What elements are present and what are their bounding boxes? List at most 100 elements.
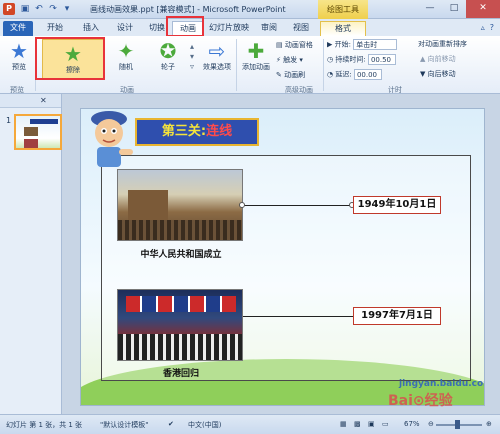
minimize-button[interactable]: — bbox=[418, 0, 442, 18]
add-animation-button[interactable]: ✚ 添加动画 bbox=[238, 40, 274, 72]
slide-count-status: 幻灯片 第 1 张，共 1 张 bbox=[6, 421, 83, 429]
date-box-1997[interactable]: 1997年7月1日 bbox=[353, 307, 441, 325]
hong-kong-handover-photo[interactable] bbox=[117, 289, 243, 361]
collapse-ribbon-icon[interactable]: ▵ bbox=[481, 23, 485, 32]
tab-view[interactable]: 视图 bbox=[286, 21, 316, 36]
founding-ceremony-photo[interactable] bbox=[117, 169, 243, 241]
help-icon[interactable]: ? bbox=[490, 23, 494, 32]
group-separator bbox=[323, 39, 324, 91]
tab-insert[interactable]: 插入 bbox=[76, 21, 106, 36]
slide-title-highlight: 连线 bbox=[206, 124, 233, 139]
undo-icon[interactable]: ↶ bbox=[34, 4, 44, 14]
animation-random[interactable]: ✦ 随机 bbox=[106, 40, 146, 72]
view-sorter-icon[interactable]: ▩ bbox=[354, 420, 361, 428]
tab-home[interactable]: 开始 bbox=[40, 21, 70, 36]
zoom-out-icon[interactable]: ⊖ bbox=[428, 420, 434, 428]
zoom-slider-knob[interactable] bbox=[455, 420, 460, 429]
move-later-label: 向后移动 bbox=[427, 70, 456, 78]
caption-prc-founding: 中华人民共和国成立 bbox=[140, 250, 222, 260]
close-button[interactable]: ✕ bbox=[466, 0, 500, 18]
close-panel-icon[interactable]: ✕ bbox=[40, 96, 47, 105]
maximize-button[interactable]: □ bbox=[442, 0, 466, 18]
theme-status[interactable]: "默认设计模板" bbox=[100, 420, 148, 430]
window-controls: — □ ✕ bbox=[418, 0, 500, 18]
preview-button[interactable]: ★ 预览 bbox=[6, 40, 32, 72]
animation-pane-button[interactable]: ▤ 动画窗格 bbox=[276, 40, 313, 50]
view-normal-icon[interactable]: ▦ bbox=[340, 420, 347, 428]
tab-review[interactable]: 审阅 bbox=[254, 21, 284, 36]
effect-options-icon: ⇨ bbox=[208, 39, 226, 63]
trigger-button[interactable]: ⚡ 触发 ▾ bbox=[276, 55, 303, 65]
animation-wheel-label: 轮子 bbox=[161, 63, 175, 71]
quick-access-toolbar: ▣ ↶ ↷ ▾ bbox=[20, 4, 72, 14]
tab-slideshow[interactable]: 幻灯片放映 bbox=[206, 21, 252, 36]
slides-panel: ✕ 1 bbox=[0, 94, 62, 414]
zoom-level[interactable]: 67% bbox=[404, 420, 420, 428]
customize-qat-icon[interactable]: ▾ bbox=[62, 4, 72, 14]
duration-input[interactable]: 00.50 bbox=[367, 54, 396, 65]
highlight-animations-tab bbox=[166, 16, 204, 37]
date-box-1949[interactable]: 1949年10月1日 bbox=[353, 196, 441, 214]
thumb-image bbox=[24, 139, 38, 148]
trigger-label: 触发 bbox=[283, 56, 298, 64]
watermark-url: jingyan.baidu.com bbox=[399, 379, 485, 389]
tab-format[interactable]: 格式 bbox=[320, 21, 366, 36]
random-star-icon: ✦ bbox=[117, 39, 135, 63]
baidu-watermark: Bai⊙经验 bbox=[388, 393, 453, 409]
view-reading-icon[interactable]: ▣ bbox=[368, 420, 375, 428]
ribbon-tab-bar: 文件 开始 插入 设计 切换 动画 幻灯片放映 审阅 视图 格式 ▵ ? bbox=[0, 19, 500, 36]
slide[interactable]: 第三关:连线 中华人民共和国成立 香港回归 1949年10月1日 1997年7月… bbox=[80, 108, 485, 406]
move-later-button[interactable]: ▼ 向后移动 bbox=[420, 69, 456, 79]
effect-options-button[interactable]: ⇨ 效果选项 bbox=[200, 40, 234, 72]
drawing-tools-context-label: 绘图工具 bbox=[318, 0, 368, 19]
add-animation-icon: ✚ bbox=[247, 39, 265, 63]
add-animation-label: 添加动画 bbox=[242, 63, 270, 71]
effect-options-label: 效果选项 bbox=[203, 63, 231, 71]
connector-line bbox=[243, 316, 353, 317]
photo-crowd bbox=[118, 220, 242, 240]
duration-label: 持续时间: bbox=[335, 55, 366, 64]
highlight-wipe-animation bbox=[35, 37, 105, 80]
help-controls: ▵ ? bbox=[481, 23, 494, 32]
slide-number: 1 bbox=[6, 116, 12, 125]
delay-input[interactable]: 00.00 bbox=[353, 69, 382, 80]
animation-wheel[interactable]: ✪ 轮子 bbox=[148, 40, 188, 72]
delay-label: 延迟: bbox=[335, 70, 352, 79]
tab-file[interactable]: 文件 bbox=[3, 21, 33, 36]
redo-icon[interactable]: ↷ bbox=[48, 4, 58, 14]
tab-design[interactable]: 设计 bbox=[110, 21, 140, 36]
start-row: ▶ 开始: 单击时 bbox=[327, 39, 398, 50]
start-label: 开始: bbox=[334, 40, 351, 49]
gallery-scroll[interactable]: ▴ ▾ ▿ bbox=[190, 42, 194, 72]
save-icon[interactable]: ▣ bbox=[20, 4, 30, 14]
connector-line bbox=[243, 205, 353, 206]
zoom-in-icon[interactable]: ⊕ bbox=[486, 420, 492, 428]
view-slideshow-icon[interactable]: ▭ bbox=[382, 420, 389, 428]
animation-random-label: 随机 bbox=[119, 63, 133, 71]
slide-title[interactable]: 第三关:连线 bbox=[135, 118, 259, 146]
duration-row: ◷ 持续时间: 00.50 bbox=[327, 54, 396, 65]
connector-handle[interactable] bbox=[239, 202, 245, 208]
animation-painter-icon: ✎ bbox=[276, 71, 285, 79]
animation-painter-button[interactable]: ✎ 动画刷 bbox=[276, 70, 305, 80]
move-earlier-button[interactable]: ▲ 向前移动 bbox=[420, 54, 456, 64]
thumb-title-bar bbox=[30, 119, 58, 124]
window-title: 画线动画效果.ppt [兼容模式] - Microsoft PowerPoint bbox=[90, 5, 286, 14]
animation-pane-label: 动画窗格 bbox=[284, 41, 313, 49]
wheel-star-icon: ✪ bbox=[159, 39, 177, 63]
delay-row: ◔ 延迟: 00.00 bbox=[327, 69, 382, 80]
move-earlier-label: 向前移动 bbox=[427, 55, 456, 63]
animation-pane-icon: ▤ bbox=[276, 41, 285, 49]
slide-title-prefix: 第三关: bbox=[161, 124, 207, 139]
slide-thumbnail[interactable] bbox=[14, 114, 62, 150]
start-select[interactable]: 单击时 bbox=[353, 39, 398, 50]
language-status[interactable]: 中文(中国) bbox=[188, 420, 221, 430]
spellcheck-icon[interactable]: ✔ bbox=[168, 420, 174, 428]
reorder-title: 对动画重新排序 bbox=[418, 40, 467, 48]
slides-panel-header: ✕ bbox=[0, 94, 61, 108]
preview-star-icon: ★ bbox=[10, 39, 28, 63]
title-bar: P ▣ ↶ ↷ ▾ 画线动画效果.ppt [兼容模式] - Microsoft … bbox=[0, 0, 500, 19]
animation-painter-label: 动画刷 bbox=[284, 71, 306, 79]
photo-stage bbox=[118, 334, 242, 360]
powerpoint-logo-icon[interactable]: P bbox=[3, 3, 15, 15]
